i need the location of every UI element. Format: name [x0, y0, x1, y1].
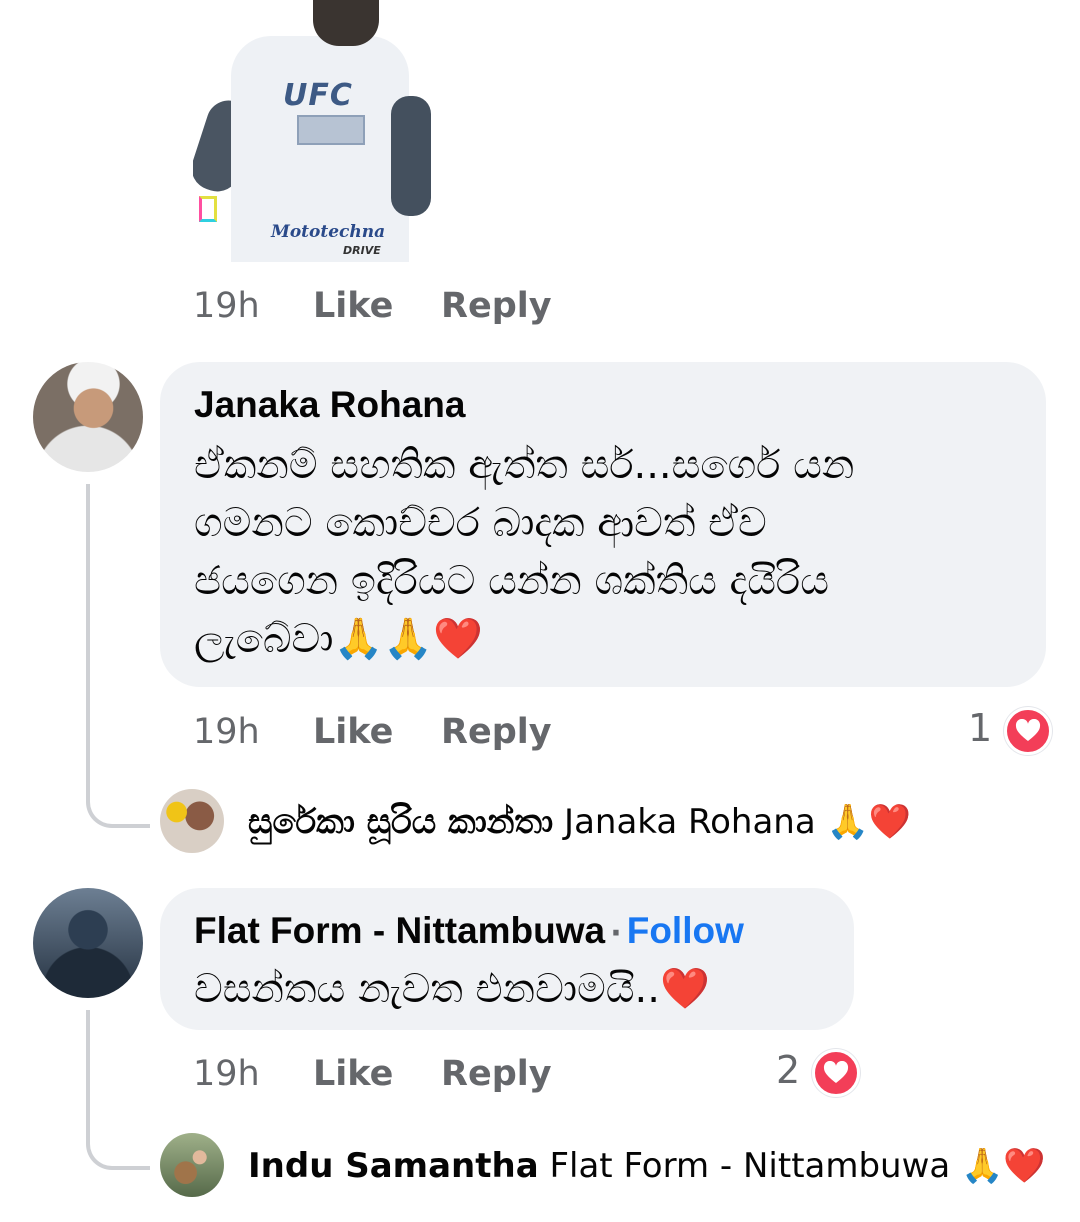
shirt-print — [297, 115, 365, 145]
comment-actions: 19h Like Reply — [193, 1052, 593, 1096]
avatar[interactable] — [160, 1133, 224, 1197]
reply-preview[interactable]: සුරේකා සූරිය කාන්තා Janaka Rohana 🙏❤️ — [248, 802, 911, 842]
comment-text-line: ගමනට කොච්චර බාදක ආවත් ඒව — [194, 500, 767, 546]
comment-time[interactable]: 19h — [193, 1052, 260, 1096]
avatar[interactable] — [33, 888, 143, 998]
reaction-count: 2 — [776, 1048, 801, 1092]
reaction-summary[interactable]: 1 — [968, 705, 1053, 755]
image-arm-right — [391, 96, 431, 216]
reply-button[interactable]: Reply — [441, 284, 552, 328]
brand-logo: Mototechna — [271, 222, 386, 242]
reply-author[interactable]: Indu Samantha — [248, 1146, 539, 1186]
comment-text-line: ජයගෙන ඉදිරියට යන්න ශක්තිය දයිරිය — [194, 558, 829, 604]
like-button[interactable]: Like — [313, 284, 393, 328]
reply-author[interactable]: සුරේකා සූරිය කාන්තා — [248, 802, 553, 842]
heart-reaction-icon — [1004, 706, 1053, 755]
comment-bubble: Flat Form - Nittambuwa · Follow වසන්තය න… — [160, 888, 854, 1030]
avatar[interactable] — [160, 789, 224, 853]
comment-author[interactable]: Janaka Rohana — [194, 384, 465, 426]
comment-text-line: ඒකනම් සහතික ඇත්ත සර්...සර්ගෙ යන — [194, 442, 855, 488]
avatar[interactable] — [33, 362, 143, 472]
comment-text-line: ලැබේවා🙏🙏❤️ — [194, 616, 483, 662]
comment-actions: 19h Like Reply — [193, 710, 593, 754]
comment-actions: 19h Like Reply — [193, 284, 593, 328]
document-icon — [199, 196, 217, 222]
comment-author[interactable]: Flat Form - Nittambuwa — [194, 910, 605, 951]
reply-text: Flat Form - Nittambuwa 🙏❤️ — [549, 1146, 1046, 1186]
comment-attachment-image[interactable]: UFC Mototechna DRIVE — [193, 0, 443, 262]
separator: · — [610, 916, 622, 951]
comment-time[interactable]: 19h — [193, 710, 260, 754]
reply-button[interactable]: Reply — [441, 710, 552, 754]
comment-time[interactable]: 19h — [193, 284, 260, 328]
thread-line — [86, 1010, 150, 1170]
reaction-count: 1 — [968, 706, 993, 750]
reply-preview[interactable]: Indu Samantha Flat Form - Nittambuwa 🙏❤️ — [248, 1146, 1046, 1186]
follow-button[interactable]: Follow — [627, 910, 744, 951]
brand-logo-sub: DRIVE — [343, 244, 381, 257]
shirt-logo: UFC — [283, 78, 353, 113]
like-button[interactable]: Like — [313, 710, 393, 754]
heart-reaction-icon — [812, 1048, 861, 1097]
reply-text: Janaka Rohana 🙏❤️ — [564, 802, 912, 842]
comment-bubble: Janaka Rohana ඒකනම් සහතික ඇත්ත සර්...සර්… — [160, 362, 1046, 687]
comment-text: වසන්තය නැවත එනවාමයි..❤️ — [194, 966, 710, 1012]
like-button[interactable]: Like — [313, 1052, 393, 1096]
thread-line — [86, 484, 150, 828]
reply-button[interactable]: Reply — [441, 1052, 552, 1096]
image-head — [313, 0, 379, 46]
comment-text: ඒකනම් සහතික ඇත්ත සර්...සර්ගෙ යන ගමනට කොච… — [194, 436, 1024, 668]
comment-header: Flat Form - Nittambuwa · Follow — [194, 910, 744, 952]
reaction-summary[interactable]: 2 — [776, 1047, 861, 1097]
